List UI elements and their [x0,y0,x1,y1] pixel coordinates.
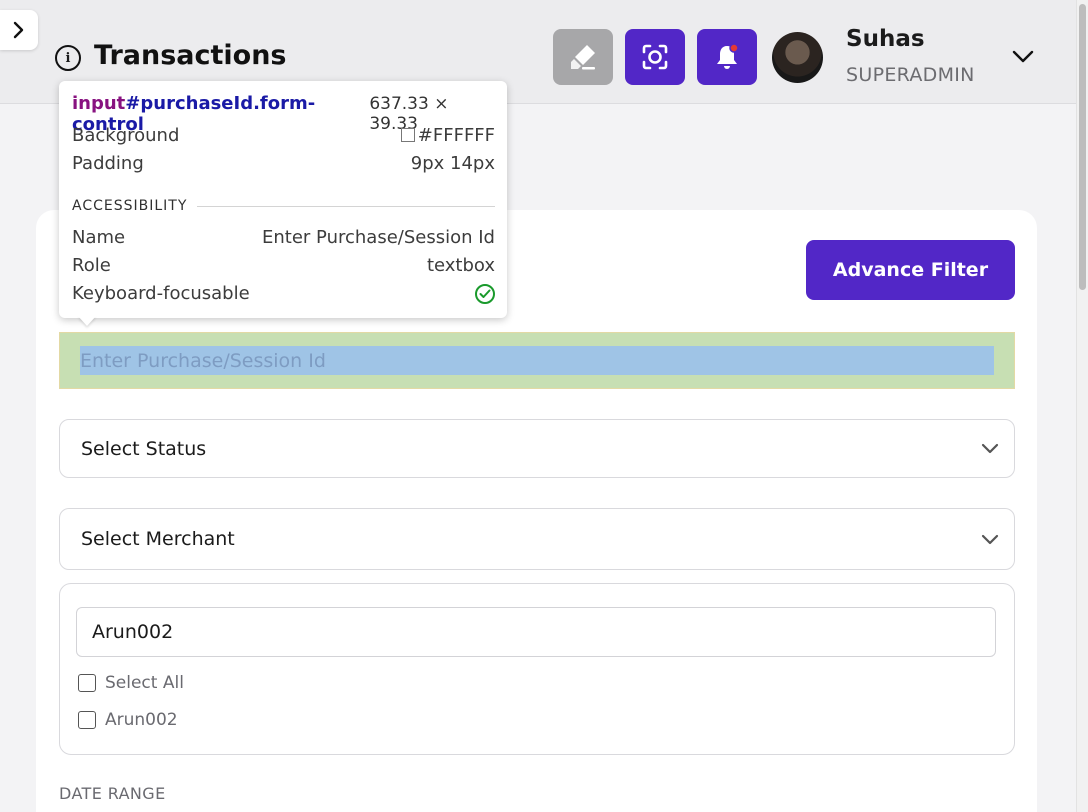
info-icon[interactable]: i [55,45,81,71]
advance-filter-button[interactable]: Advance Filter [806,240,1015,300]
user-role: SUPERADMIN [846,64,975,86]
inspector-focusable-row: Keyboard-focusable [72,283,495,304]
screenshot-icon [642,44,668,70]
merchant-search-input[interactable] [76,607,996,657]
inspector-accessibility-heading: ACCESSIBILITY [72,198,495,214]
chevron-down-icon [980,529,1000,549]
clean-button[interactable] [553,29,613,85]
bell-icon [717,43,739,69]
user-menu-button[interactable] [1010,44,1036,70]
scrollbar-thumb[interactable] [1079,4,1086,290]
eraser-icon [571,45,595,70]
check-circle-icon [475,283,495,304]
option-label: Select All [105,673,184,693]
merchant-select[interactable]: Select Merchant [59,508,1015,570]
merchant-option-arun002[interactable]: Arun002 [78,710,178,730]
inspector-pointer [78,316,96,326]
color-swatch-icon [400,128,415,142]
page-scrollbar[interactable] [1076,0,1088,812]
inspector-name-row: Name Enter Purchase/Session Id [72,227,495,248]
checkbox[interactable] [78,711,96,729]
date-range-label: DATE RANGE [59,784,166,803]
status-select-label: Select Status [81,437,207,460]
notifications-button[interactable] [697,29,757,85]
option-label: Arun002 [105,710,178,730]
purchase-id-input[interactable] [80,346,994,375]
merchant-select-label: Select Merchant [81,528,235,550]
page-title: Transactions [94,40,287,71]
user-name: Suhas [846,26,925,52]
chevron-down-icon [980,439,1000,459]
avatar[interactable] [772,32,823,83]
chevron-down-icon [1012,50,1034,63]
sidebar-toggle-button[interactable] [0,10,38,50]
merchant-option-select-all[interactable]: Select All [78,673,184,693]
chevron-right-icon [13,21,24,39]
inspector-padding-row: Padding 9px 14px [72,153,495,174]
screenshot-button[interactable] [625,29,685,85]
element-inspector-tooltip: input#purchaseId.form-control 637.33 × 3… [59,81,507,318]
inspector-role-row: Role textbox [72,255,495,276]
inspector-background-row: Background #FFFFFF [72,125,495,146]
checkbox[interactable] [78,674,96,692]
status-select[interactable]: Select Status [59,419,1015,478]
